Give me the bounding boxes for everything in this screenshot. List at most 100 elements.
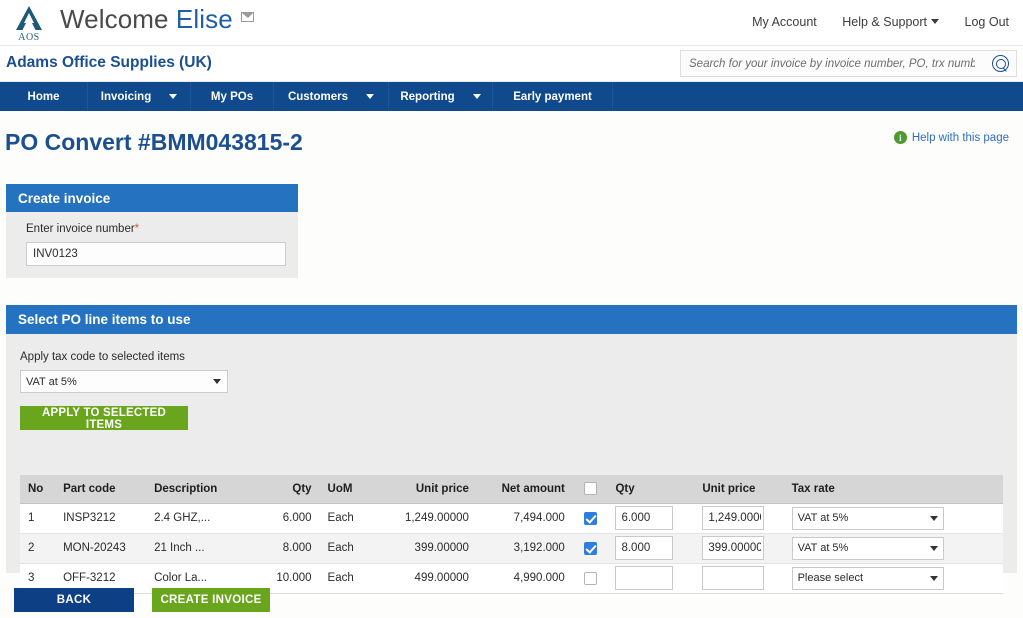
col-header-unit-price: Unit price: [374, 475, 477, 504]
nav-item-home[interactable]: Home: [0, 82, 88, 111]
search-icon[interactable]: [992, 55, 1009, 72]
row-tax-rate-select[interactable]: Please select: [791, 566, 944, 590]
col-header-no: No: [20, 475, 56, 504]
chevron-down-icon: [472, 94, 481, 99]
select-po-panel-title: Select PO line items to use: [6, 305, 1017, 334]
row-qty-input[interactable]: [615, 566, 674, 590]
search-box[interactable]: [680, 50, 1017, 77]
cell-tax-rate[interactable]: Please select: [783, 563, 952, 594]
row-tax-rate-select[interactable]: VAT at 5%: [791, 536, 944, 560]
required-marker: *: [134, 223, 140, 235]
cell-tax-rate[interactable]: VAT at 5%: [783, 533, 952, 564]
envelope-icon[interactable]: [240, 12, 254, 23]
table-body: 1 INSP3212 2.4 GHZ,... 6.000 Each 1,249.…: [20, 503, 1003, 594]
cell-unit-price: 399.00000: [374, 533, 477, 564]
apply-to-selected-items-button[interactable]: APPLY TO SELECTED ITEMS: [20, 406, 188, 431]
nav-item-early-payment[interactable]: Early payment: [493, 82, 613, 111]
cell-spacer: [951, 533, 1003, 564]
row-unit-price-input[interactable]: [702, 506, 765, 530]
cell-part-code: INSP3212: [55, 503, 147, 534]
select-all-checkbox[interactable]: [583, 482, 597, 496]
cell-spacer: [951, 503, 1003, 534]
nav-item-invoicing[interactable]: Invoicing: [88, 82, 191, 111]
chevron-down-icon: [169, 94, 178, 99]
select-po-line-items-panel: Select PO line items to use Apply tax co…: [6, 305, 1017, 594]
help-link-label: Help with this page: [911, 131, 1009, 144]
nav-label: My POs: [210, 90, 254, 103]
apply-tax-code-select[interactable]: VAT at 5%: [20, 370, 228, 393]
cell-description: 21 Inch ...: [146, 533, 251, 564]
help-with-this-page-link[interactable]: i Help with this page: [893, 131, 1009, 144]
cell-net-amount: 7,494.000: [476, 503, 573, 534]
create-invoice-panel-body: Enter invoice number*: [6, 212, 298, 278]
cell-description: 2.4 GHZ,...: [146, 503, 251, 534]
row-unit-price-input[interactable]: [702, 536, 765, 560]
nav-item-reporting[interactable]: Reporting: [389, 82, 493, 111]
cell-qty: 6.000: [250, 503, 320, 534]
cell-uom: Each: [319, 503, 375, 534]
welcome-message: Welcome Elise: [60, 4, 254, 35]
nav-item-customers[interactable]: Customers: [274, 82, 389, 111]
company-name: Adams Office Supplies (UK): [6, 54, 212, 71]
aos-logo[interactable]: AOS: [8, 3, 50, 43]
create-invoice-panel: Create invoice Enter invoice number*: [6, 184, 298, 278]
cell-net-amount: 4,990.000: [476, 563, 573, 594]
top-nav-help-support[interactable]: Help & Support: [842, 15, 940, 29]
cell-input-qty[interactable]: [607, 563, 695, 594]
info-icon: i: [893, 131, 907, 144]
tax-rate-select-wrap: VAT at 5%: [791, 506, 944, 530]
nav-label: Reporting: [400, 90, 455, 103]
top-nav-my-account[interactable]: My Account: [752, 15, 817, 29]
cell-input-unit-price[interactable]: [694, 503, 784, 534]
welcome-prefix: Welcome: [60, 4, 176, 34]
cell-qty: 8.000: [250, 533, 320, 564]
cell-row-select[interactable]: [572, 563, 608, 594]
col-header-select-all[interactable]: [572, 475, 608, 504]
row-select-checkbox[interactable]: [583, 511, 597, 525]
po-line-items-table: No Part code Description Qty UoM Unit pr…: [20, 475, 1003, 594]
row-select-checkbox[interactable]: [583, 541, 597, 555]
cell-part-code: MON-20243: [55, 533, 147, 564]
svg-text:AOS: AOS: [18, 32, 40, 43]
cell-input-unit-price[interactable]: [694, 533, 784, 564]
tax-rate-select-wrap: Please select: [791, 566, 944, 590]
aos-logo-icon: AOS: [16, 6, 42, 43]
cell-input-qty[interactable]: [607, 503, 695, 534]
tax-rate-select-wrap: VAT at 5%: [791, 536, 944, 560]
invoice-number-label-text: Enter invoice number: [26, 223, 135, 235]
cell-uom: Each: [319, 563, 375, 594]
nav-label: Early payment: [513, 90, 592, 103]
cell-row-select[interactable]: [572, 533, 608, 564]
cell-input-unit-price[interactable]: [694, 563, 784, 594]
create-invoice-button[interactable]: CREATE INVOICE: [152, 588, 270, 612]
row-unit-price-input[interactable]: [702, 566, 765, 590]
po-line-items-table-wrap: No Part code Description Qty UoM Unit pr…: [20, 475, 1003, 594]
invoice-number-input[interactable]: [26, 242, 286, 266]
table-header-row: No Part code Description Qty UoM Unit pr…: [20, 475, 1003, 504]
back-button[interactable]: BACK: [14, 588, 134, 612]
nav-item-my-pos[interactable]: My POs: [191, 82, 274, 111]
top-nav-log-out[interactable]: Log Out: [965, 15, 1009, 29]
create-invoice-panel-title: Create invoice: [6, 184, 298, 212]
welcome-username: Elise: [175, 4, 233, 34]
cell-no: 1: [20, 503, 56, 534]
col-header-qty: Qty: [250, 475, 320, 504]
top-bar: AOS Welcome Elise My Account Help & Supp…: [0, 0, 1023, 46]
row-tax-rate-select[interactable]: VAT at 5%: [791, 506, 944, 530]
table-row: 1 INSP3212 2.4 GHZ,... 6.000 Each 1,249.…: [20, 503, 1003, 534]
cell-input-qty[interactable]: [607, 533, 695, 564]
cell-unit-price: 499.00000: [374, 563, 477, 594]
nav-label: Customers: [287, 90, 349, 103]
top-nav: My Account Help & Support Log Out: [730, 15, 1009, 29]
row-select-checkbox[interactable]: [583, 571, 597, 585]
cell-spacer: [951, 563, 1003, 594]
cell-row-select[interactable]: [572, 503, 608, 534]
col-header-tax-rate: Tax rate: [783, 475, 952, 504]
row-qty-input[interactable]: [615, 536, 674, 560]
search-input[interactable]: [687, 51, 977, 76]
cell-tax-rate[interactable]: VAT at 5%: [783, 503, 952, 534]
table-row: 2 MON-20243 21 Inch ... 8.000 Each 399.0…: [20, 533, 1003, 564]
nav-label: Invoicing: [100, 90, 152, 103]
col-header-part-code: Part code: [55, 475, 147, 504]
row-qty-input[interactable]: [615, 506, 674, 530]
